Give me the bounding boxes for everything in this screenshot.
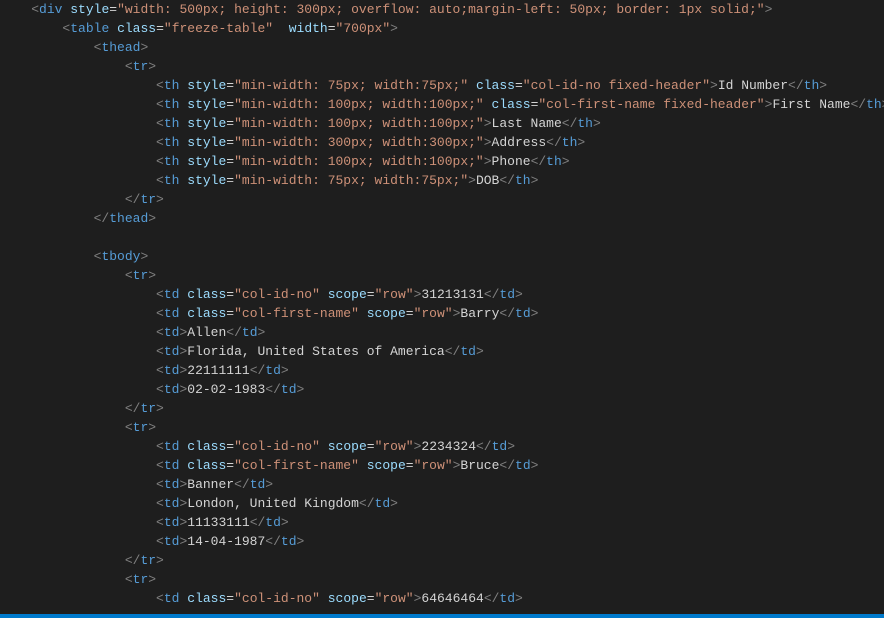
- status-bar[interactable]: [0, 614, 884, 618]
- code-line[interactable]: <th style="min-width: 300px; width:300px…: [0, 133, 884, 152]
- code-line[interactable]: <td>Florida, United States of America</t…: [0, 342, 884, 361]
- code-line[interactable]: </tr>: [0, 399, 884, 418]
- code-line[interactable]: <td class="col-id-no" scope="row">223432…: [0, 437, 884, 456]
- code-line[interactable]: </thead>: [0, 209, 884, 228]
- code-line[interactable]: <td>Allen</td>: [0, 323, 884, 342]
- code-editor[interactable]: <div style="width: 500px; height: 300px;…: [0, 0, 884, 614]
- code-line[interactable]: <td class="col-first-name" scope="row">B…: [0, 304, 884, 323]
- code-line[interactable]: </tr>: [0, 190, 884, 209]
- code-line[interactable]: <th style="min-width: 75px; width:75px;"…: [0, 76, 884, 95]
- code-line[interactable]: <th style="min-width: 100px; width:100px…: [0, 152, 884, 171]
- code-line[interactable]: <tbody>: [0, 247, 884, 266]
- code-line[interactable]: <td class="col-id-no" scope="row">312131…: [0, 285, 884, 304]
- code-line[interactable]: <tr>: [0, 57, 884, 76]
- code-line[interactable]: <td>02-02-1983</td>: [0, 380, 884, 399]
- code-line[interactable]: <td>London, United Kingdom</td>: [0, 494, 884, 513]
- code-line[interactable]: <thead>: [0, 38, 884, 57]
- code-line[interactable]: <tr>: [0, 266, 884, 285]
- code-line[interactable]: [0, 228, 884, 247]
- code-line[interactable]: <table class="freeze-table" width="700px…: [0, 19, 884, 38]
- code-line[interactable]: <th style="min-width: 100px; width:100px…: [0, 95, 884, 114]
- code-line[interactable]: <div style="width: 500px; height: 300px;…: [0, 0, 884, 19]
- code-line[interactable]: <td>22111111</td>: [0, 361, 884, 380]
- code-line[interactable]: <tr>: [0, 570, 884, 589]
- code-line[interactable]: <td>14-04-1987</td>: [0, 532, 884, 551]
- code-line[interactable]: <tr>: [0, 418, 884, 437]
- code-line[interactable]: <td class="col-first-name" scope="row">B…: [0, 456, 884, 475]
- code-line[interactable]: <td>11133111</td>: [0, 513, 884, 532]
- code-line[interactable]: <td>Banner</td>: [0, 475, 884, 494]
- code-line[interactable]: </tr>: [0, 551, 884, 570]
- code-line[interactable]: <th style="min-width: 100px; width:100px…: [0, 114, 884, 133]
- code-line[interactable]: <td class="col-id-no" scope="row">646464…: [0, 589, 884, 608]
- code-line[interactable]: <th style="min-width: 75px; width:75px;"…: [0, 171, 884, 190]
